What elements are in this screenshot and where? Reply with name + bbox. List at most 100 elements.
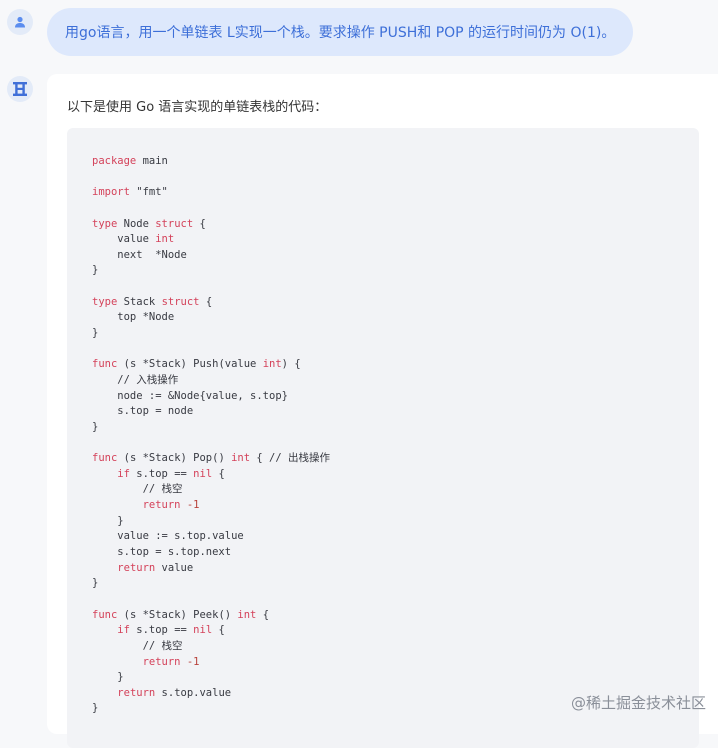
code-line: type Node struct { <box>92 217 330 233</box>
code-line: return s.top.value <box>92 686 330 702</box>
code-token: s.top == <box>129 467 194 480</box>
code-token: int <box>231 452 251 465</box>
code-token: Node <box>117 217 156 230</box>
code-token: { <box>256 608 270 621</box>
user-message-text: 用go语言，用一个单链表 L实现一个栈。要求操作 PUSH和 POP 的运行时间… <box>65 25 616 41</box>
code-token: // 栈空 <box>92 639 183 652</box>
code-line: func (s *Stack) Push(value int) { <box>92 357 330 373</box>
code-token: } <box>92 327 99 340</box>
assistant-avatar <box>7 76 33 102</box>
code-line: // 栈空 <box>92 482 330 498</box>
code-token: value <box>155 561 194 574</box>
code-token: s.top = node <box>92 405 194 418</box>
code-line: return -1 <box>92 498 330 514</box>
code-token: return <box>117 561 156 574</box>
code-line: } <box>92 576 330 592</box>
user-message-bubble: 用go语言，用一个单链表 L实现一个栈。要求操作 PUSH和 POP 的运行时间… <box>47 8 634 56</box>
code-line: type Stack struct { <box>92 295 330 311</box>
user-icon <box>15 16 25 28</box>
code-token: return <box>142 499 181 512</box>
code-token: int <box>155 233 175 246</box>
code-token: func <box>92 452 118 465</box>
code-line: // 入栈操作 <box>92 373 330 389</box>
code-token: top *Node <box>92 311 175 324</box>
code-token: struct <box>155 217 194 230</box>
code-token: { <box>212 624 225 637</box>
code-line: top *Node <box>92 310 330 326</box>
code-line: if s.top == nil { <box>92 467 330 483</box>
code-block[interactable]: package main import "fmt" type Node stru… <box>67 128 699 748</box>
code-token: node := &Node{value, s.top} <box>92 389 288 402</box>
code-token: ) { <box>281 358 301 371</box>
code-line: node := &Node{value, s.top} <box>92 389 330 405</box>
code-line: value := s.top.value <box>92 529 330 545</box>
code-token: s.top.value <box>155 686 232 699</box>
code-token: // 栈空 <box>92 483 183 496</box>
assistant-intro-text: 以下是使用 Go 语言实现的单链表栈的代码： <box>67 100 328 115</box>
code-line: return -1 <box>92 655 330 671</box>
code-lines: package main import "fmt" type Node stru… <box>92 154 330 717</box>
code-token: } <box>92 671 124 684</box>
code-line: } <box>92 420 330 436</box>
code-token: (s *Stack) Pop() <box>117 452 232 465</box>
site-watermark: @稀土掘金技术社区 <box>571 692 706 713</box>
code-token: (s *Stack) Push(value <box>117 358 263 371</box>
code-token: if <box>117 467 130 480</box>
code-token: } <box>92 514 124 527</box>
code-line: } <box>92 670 330 686</box>
code-token: value <box>92 233 156 246</box>
code-token: "fmt" <box>129 186 168 199</box>
code-line: } <box>92 701 330 717</box>
code-line: } <box>92 263 330 279</box>
code-token: { <box>199 295 213 308</box>
code-token: package <box>92 155 137 167</box>
code-line: func (s *Stack) Peek() int { <box>92 608 330 624</box>
code-line: } <box>92 514 330 530</box>
code-line: s.top = s.top.next <box>92 545 330 561</box>
user-avatar <box>7 9 33 35</box>
code-line: package main <box>92 154 330 170</box>
code-line: s.top = node <box>92 404 330 420</box>
code-token: import <box>92 186 130 199</box>
code-token: s.top == <box>129 624 194 637</box>
code-token: main <box>136 155 168 167</box>
code-line: } <box>92 326 330 342</box>
code-token: int <box>262 358 282 371</box>
code-line: value int <box>92 232 330 248</box>
assistant-message-card: 以下是使用 Go 语言实现的单链表栈的代码： package main impo… <box>47 74 718 748</box>
code-line: if s.top == nil { <box>92 623 330 639</box>
code-token: if <box>117 624 130 637</box>
code-token: } <box>92 420 99 433</box>
code-token: { <box>212 467 225 480</box>
code-token: func <box>92 608 118 621</box>
code-line: next *Node <box>92 248 330 264</box>
code-token: int <box>237 608 257 621</box>
code-token: -1 <box>186 499 200 512</box>
user-message-row: 用go语言，用一个单链表 L实现一个栈。要求操作 PUSH和 POP 的运行时间… <box>0 0 718 72</box>
code-token: return <box>142 655 181 668</box>
code-token: type <box>92 295 118 308</box>
code-token: } <box>92 577 99 590</box>
code-token: { <box>193 217 206 230</box>
code-token: value := s.top.value <box>92 530 244 543</box>
bot-logo-icon <box>13 82 27 96</box>
code-token: type <box>92 217 118 230</box>
code-line: func (s *Stack) Pop() int { // 出栈操作 <box>92 451 330 467</box>
watermark-text: @稀土掘金技术社区 <box>570 694 706 712</box>
code-token: -1 <box>186 655 200 668</box>
code-token: func <box>92 358 118 371</box>
code-token: Stack <box>117 295 162 308</box>
code-line: return value <box>92 561 330 577</box>
code-token: { // 出栈操作 <box>250 452 330 465</box>
code-token: struct <box>161 295 200 308</box>
